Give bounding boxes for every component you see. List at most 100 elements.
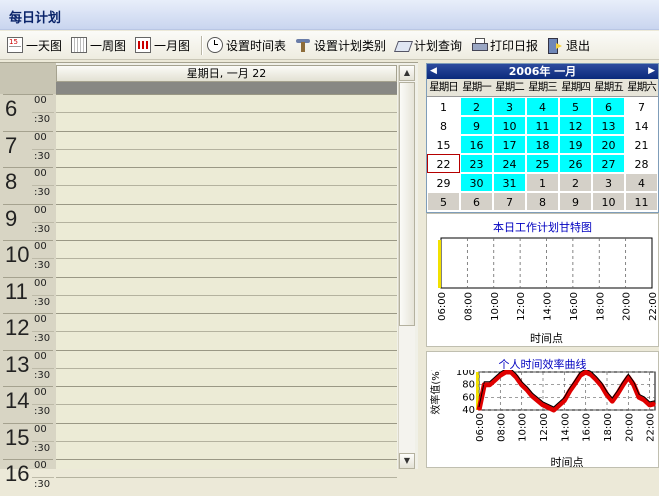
gutter-corner [0, 63, 56, 94]
print-report-button[interactable]: 打印日报 [471, 35, 538, 55]
day-view-button[interactable]: 15 一天图 [7, 35, 62, 55]
efficiency-point [622, 383, 624, 386]
calendar-day[interactable]: 2 [460, 97, 493, 116]
calendar-day[interactable]: 22 [427, 154, 460, 173]
calendar-day[interactable]: 8 [427, 116, 460, 135]
day-calendar: 6 00:30 7 00:30 8 00:30 9 00:30 10 00:30 11 00:30 12… [0, 62, 418, 490]
calendar-day[interactable]: 11 [526, 116, 559, 135]
week-view-button[interactable]: 一周图 [71, 35, 126, 55]
calendar-day[interactable]: 27 [592, 154, 625, 173]
calendar-day[interactable]: 10 [493, 116, 526, 135]
calendar-day[interactable]: 20 [592, 135, 625, 154]
scroll-thumb[interactable] [399, 82, 415, 326]
hour-label-9: 9 00:30 [0, 203, 56, 241]
calendar-day[interactable]: 30 [460, 173, 493, 192]
calendar-day[interactable]: 13 [592, 116, 625, 135]
next-month-icon[interactable]: ▶ [648, 64, 655, 79]
efficiency-point [499, 374, 502, 376]
calendar-day[interactable]: 15 [427, 135, 460, 154]
calendar-day[interactable]: 6 [592, 97, 625, 116]
efficiency-point [606, 394, 608, 396]
time-slots[interactable] [56, 94, 397, 479]
gantt-x-tick-label: 06:00 [437, 292, 448, 321]
calendar-week-row: 8 9 10 11 12 13 14 [427, 116, 658, 135]
calendar-day[interactable]: 11 [625, 192, 658, 211]
half-hour-separator [32, 221, 54, 223]
set-schedule-button[interactable]: 设置时间表 [207, 35, 286, 55]
calendar-day[interactable]: 3 [592, 173, 625, 192]
calendar-day[interactable]: 29 [427, 173, 460, 192]
efficiency-point [552, 409, 555, 411]
gantt-x-tick-label: 22:00 [648, 292, 658, 321]
calendar-day[interactable]: 14 [625, 116, 658, 135]
calendar-day[interactable]: 7 [625, 97, 658, 116]
efficiency-x-tick-label: 10:00 [518, 413, 529, 442]
efficiency-point [563, 399, 566, 402]
efficiency-point [590, 373, 592, 376]
calendar-day[interactable]: 10 [592, 192, 625, 211]
calendar-day[interactable]: 16 [460, 135, 493, 154]
calendar-day[interactable]: 7 [493, 192, 526, 211]
scroll-down-button[interactable]: ▼ [399, 453, 415, 469]
day-header[interactable]: 星期日, 一月 22 [56, 65, 397, 82]
plan-search-button[interactable]: 计划查询 [393, 35, 462, 55]
calendar-day[interactable]: 3 [493, 97, 526, 116]
minute-label: :30 [34, 260, 51, 272]
all-day-band[interactable] [56, 82, 397, 94]
hour-label-7: 7 00:30 [0, 130, 56, 168]
efficiency-point [654, 402, 656, 405]
calendar-day[interactable]: 23 [460, 154, 493, 173]
calendar-day[interactable]: 5 [559, 97, 592, 116]
exit-button[interactable]: 退出 [547, 35, 590, 55]
vertical-scrollbar[interactable]: ▲ ▼ [398, 65, 415, 469]
calendar-day[interactable]: 9 [559, 192, 592, 211]
calendar-day[interactable]: 6 [460, 192, 493, 211]
hour-number: 10 [5, 242, 30, 267]
print-report-label: 打印日报 [490, 38, 539, 53]
set-category-button[interactable]: 设置计划类别 [295, 35, 386, 55]
slot-line [56, 422, 397, 424]
calendar-day[interactable]: 26 [559, 154, 592, 173]
minute-label: 00 [34, 168, 47, 179]
slot-line [56, 294, 397, 296]
minute-label: :30 [34, 296, 51, 308]
minute-label: 00 [34, 387, 47, 398]
calendar-day[interactable]: 28 [625, 154, 658, 173]
weekday-label: 星期日 [429, 81, 459, 93]
calendar-day[interactable]: 9 [460, 116, 493, 135]
efficiency-y-axis-title: 效率值(%) [429, 370, 442, 415]
calendar-day[interactable]: 21 [625, 135, 658, 154]
hour-number: 7 [5, 132, 18, 158]
month-view-button[interactable]: 一月图 [135, 35, 190, 55]
weekday-label: 星期六 [627, 81, 657, 93]
calendar-day[interactable]: 1 [427, 97, 460, 116]
calendar-day[interactable]: 4 [625, 173, 658, 192]
calendar-day[interactable]: 19 [559, 135, 592, 154]
minute-label: :30 [34, 187, 51, 199]
efficiency-y-tick-label: 100 [456, 370, 475, 378]
calendar-day[interactable]: 8 [526, 192, 559, 211]
gantt-x-tick-label: 16:00 [569, 292, 580, 321]
calendar-day[interactable]: 5 [427, 192, 460, 211]
calendar-day[interactable]: 12 [559, 116, 592, 135]
calendar-day[interactable]: 24 [493, 154, 526, 173]
hour-label-6: 6 00:30 [0, 94, 56, 131]
scroll-up-button[interactable]: ▲ [399, 65, 415, 81]
prev-month-icon[interactable]: ◀ [430, 64, 437, 79]
efficiency-point [648, 404, 651, 406]
efficiency-point [504, 371, 507, 373]
minute-label: :30 [34, 114, 51, 126]
calendar-day[interactable]: 4 [526, 97, 559, 116]
time-gutter: 6 00:30 7 00:30 8 00:30 9 00:30 10 00:30 11 00:30 12… [0, 63, 56, 490]
minute-label: 00 [34, 204, 47, 216]
calendar-week-row: 5 6 7 8 9 10 11 [427, 192, 658, 211]
calendar-day[interactable]: 1 [526, 173, 559, 192]
efficiency-point [510, 371, 512, 373]
calendar-day[interactable]: 2 [559, 173, 592, 192]
calendar-day[interactable]: 25 [526, 154, 559, 173]
calendar-day[interactable]: 17 [493, 135, 526, 154]
calendar-day[interactable]: 18 [526, 135, 559, 154]
slot-line [56, 313, 397, 314]
efficiency-point [478, 409, 480, 411]
calendar-day[interactable]: 31 [493, 173, 526, 192]
